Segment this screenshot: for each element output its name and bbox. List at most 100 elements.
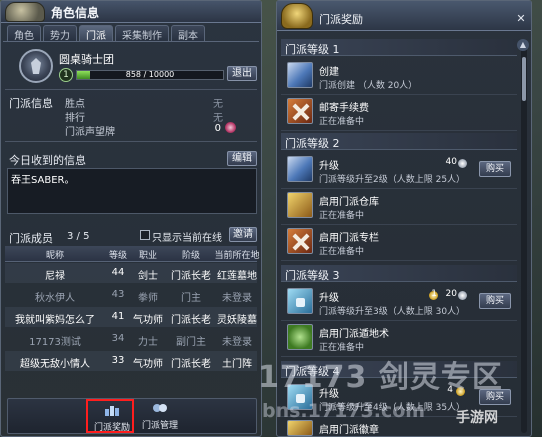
- guild-name: 圆桌骑士团: [59, 53, 114, 66]
- col-header-class[interactable]: 职业: [131, 248, 165, 261]
- character-info-window: 角色信息 角色 势力 门派 采集制作 副本 圆桌骑士团 1 858 / 1000…: [0, 0, 262, 437]
- divider: [5, 89, 257, 90]
- col-header-location[interactable]: 当前所在地: [213, 248, 261, 261]
- close-icon[interactable]: ✕: [515, 13, 527, 25]
- daily-message-text: 吞王SABER。: [11, 175, 75, 186]
- reward-level-header: 门派等级 3: [281, 265, 517, 282]
- scrollbar-thumb[interactable]: [522, 57, 526, 101]
- reward-desc: 正在准备中: [319, 211, 365, 221]
- tab-guild[interactable]: 门派: [79, 25, 113, 42]
- reward-name: 启用门派遁地术: [319, 329, 389, 340]
- guild-xp-bar: 858 / 10000: [76, 70, 224, 80]
- guild-reputation-value: 0: [214, 123, 221, 134]
- rewards-window-title: 门派奖励: [319, 13, 363, 26]
- member-level: 33: [111, 355, 125, 366]
- buy-button[interactable]: 购买: [479, 161, 511, 177]
- reward-level-header: 门派等级 1: [281, 39, 517, 56]
- guild-info-label: 门派信息: [9, 97, 53, 110]
- seal-icon: [287, 324, 313, 350]
- reward-name: 升级: [319, 293, 339, 304]
- character-window-titlebar[interactable]: 角色信息: [1, 1, 261, 23]
- reward-desc: 门派等级升至3级（人数上限 30人）: [319, 307, 466, 317]
- ranking-value: 无: [213, 113, 223, 124]
- reward-desc: 门派等级升至2级（人数上限 25人）: [319, 175, 466, 185]
- guild-manage-button[interactable]: 门派管理: [136, 399, 184, 433]
- guild-reward-icon: [105, 406, 119, 416]
- buy-button[interactable]: 购买: [479, 293, 511, 309]
- reward-name: 升级: [319, 161, 339, 172]
- member-rank: 门主: [181, 293, 201, 304]
- character-tabs: 角色 势力 门派 采集制作 副本: [7, 25, 205, 42]
- guild-reward-button[interactable]: 门派奖励: [86, 399, 134, 433]
- guild-reputation-label: 门派声望牌: [65, 127, 115, 138]
- guild-xp-text: 858 / 10000: [125, 70, 175, 79]
- window-title: 角色信息: [51, 6, 100, 20]
- member-level: 43: [111, 289, 125, 300]
- leave-guild-button[interactable]: 退出: [227, 66, 257, 81]
- member-name: 尼禄: [45, 271, 65, 282]
- victory-points-label: 胜点: [65, 99, 85, 110]
- table-row[interactable]: 秋水伊人 43 拳师 门主 未登录: [5, 285, 257, 305]
- member-location: 红莲墓地: [217, 271, 257, 282]
- list-item[interactable]: 创建 门派创建 （人数 20人）: [281, 59, 517, 95]
- trophy-icon: [281, 3, 313, 29]
- table-row[interactable]: 尼禄 44 剑士 门派长老 红莲墓地: [5, 263, 257, 283]
- reward-name: 启用门派专栏: [319, 233, 379, 244]
- list-item[interactable]: 邮寄手续费 正在准备中: [281, 95, 517, 131]
- member-level: 44: [111, 267, 125, 278]
- reward-desc: 正在准备中: [319, 247, 365, 257]
- daily-message-box: 吞王SABER。: [7, 168, 257, 214]
- member-rank: 副门主: [176, 337, 206, 348]
- price-gold: 1: [431, 289, 437, 299]
- table-row[interactable]: 17173测试 34 力士 副门主 未登录: [5, 329, 257, 349]
- tab-character[interactable]: 角色: [7, 25, 41, 42]
- tab-dungeon[interactable]: 副本: [171, 25, 205, 42]
- divider: [5, 141, 257, 142]
- victory-points-value: 无: [213, 99, 223, 110]
- rewards-window-titlebar[interactable]: 门派奖励 ✕: [277, 1, 531, 31]
- chest-icon: [287, 420, 313, 436]
- price-silver: 20: [445, 289, 457, 299]
- member-location: 未登录: [222, 337, 252, 348]
- col-header-rank[interactable]: 阶级: [167, 248, 215, 261]
- table-row[interactable]: 我就叫紫妈怎么了 41 气功师 门派长老 灵妖陵墓: [5, 307, 257, 327]
- reward-name: 启用门派徽章: [319, 425, 379, 436]
- member-level: 41: [111, 311, 125, 322]
- reward-name: 创建: [319, 67, 339, 78]
- reward-desc: 正在准备中: [319, 117, 365, 127]
- scroll-up-icon[interactable]: ▲: [517, 39, 529, 51]
- list-item[interactable]: 升级 1 20 门派等级升至3级（人数上限 30人） 购买: [281, 285, 517, 321]
- member-class: 气功师: [133, 315, 163, 326]
- price-silver: 40: [445, 157, 457, 167]
- guild-emblem-icon: [19, 49, 53, 83]
- list-item[interactable]: 启用门派专栏 正在准备中: [281, 225, 517, 261]
- member-rank: 门派长老: [171, 315, 211, 326]
- list-item[interactable]: 升级 40 门派等级升至2级（人数上限 25人） 购买: [281, 153, 517, 189]
- invite-button[interactable]: 邀请: [229, 227, 257, 242]
- edit-message-button[interactable]: 编辑: [227, 151, 257, 166]
- online-only-label: 只显示当前在线: [152, 233, 222, 244]
- members-label: 门派成员: [9, 232, 53, 245]
- tab-faction[interactable]: 势力: [43, 25, 77, 42]
- col-header-name[interactable]: 昵称: [5, 248, 105, 261]
- online-only-checkbox[interactable]: [140, 230, 150, 240]
- member-location: 未登录: [222, 293, 252, 304]
- member-level: 34: [111, 333, 125, 344]
- col-header-level[interactable]: 等级: [105, 248, 131, 261]
- reward-name: 邮寄手续费: [319, 103, 369, 114]
- member-rank: 门派长老: [171, 359, 211, 370]
- tab-divider: [3, 41, 259, 42]
- guild-bottom-toolbar: 门派奖励 门派管理: [7, 398, 257, 434]
- member-class: 气功师: [133, 359, 163, 370]
- reward-name: 启用门派仓库: [319, 197, 379, 208]
- guild-manage-icon: [153, 404, 167, 412]
- guild-level-badge: 1: [59, 68, 73, 82]
- reward-desc: 门派创建 （人数 20人）: [319, 81, 418, 91]
- member-rank: 门派长老: [171, 271, 211, 282]
- table-row[interactable]: 超级无敌小情人 33 气功师 门派长老 土门阵: [5, 351, 257, 371]
- silver-coin-icon: [458, 159, 467, 168]
- scroll-icon: [287, 156, 313, 182]
- daily-message-label: 今日收到的信息: [9, 154, 86, 167]
- list-item[interactable]: 启用门派仓库 正在准备中: [281, 189, 517, 225]
- tab-crafting[interactable]: 采集制作: [115, 25, 169, 42]
